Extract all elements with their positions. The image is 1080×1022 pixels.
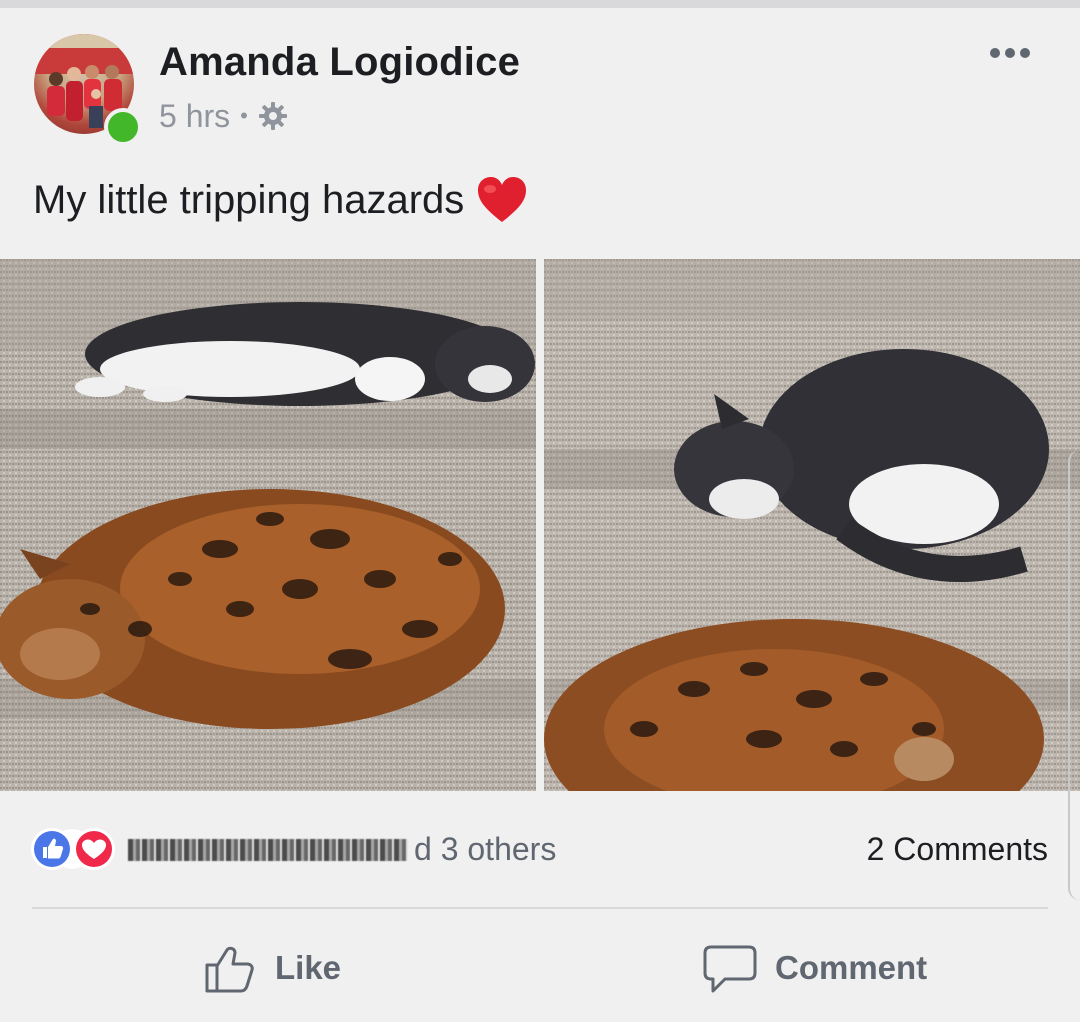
online-status-indicator [104,108,142,146]
dot [990,48,1000,58]
photo-1[interactable] [0,259,536,791]
comment-icon [703,945,757,993]
obscured-names [128,838,408,861]
comment-label: Comment [775,949,928,986]
gear-icon[interactable] [258,101,288,131]
like-label: Like [275,949,342,986]
photo-grid [0,259,1080,791]
like-button[interactable]: Like [203,938,341,998]
photo-2[interactable] [544,259,1080,791]
reaction-icons[interactable] [31,826,117,872]
author-name[interactable]: Amanda Logiodice [159,40,520,85]
thumbs-up-icon [205,946,254,993]
post-meta: 5 hrs • [159,96,288,136]
reaction-summary[interactable]: d 3 others [128,831,556,868]
post-text-content: My little tripping hazards [33,177,465,222]
post-text: My little tripping hazards [33,176,528,224]
comment-button[interactable]: Comment [703,938,927,998]
red-heart-emoji [476,176,528,224]
dot [1020,48,1030,58]
scroll-edge [1068,450,1080,900]
meta-separator: • [240,103,248,128]
comments-count[interactable]: 2 Comments [867,831,1048,868]
top-border [0,0,1080,8]
reaction-others-text: d 3 others [414,831,557,867]
more-options-icon[interactable] [985,38,1035,68]
dot [1005,48,1015,58]
divider [32,907,1048,909]
post-timestamp[interactable]: 5 hrs [159,98,230,135]
